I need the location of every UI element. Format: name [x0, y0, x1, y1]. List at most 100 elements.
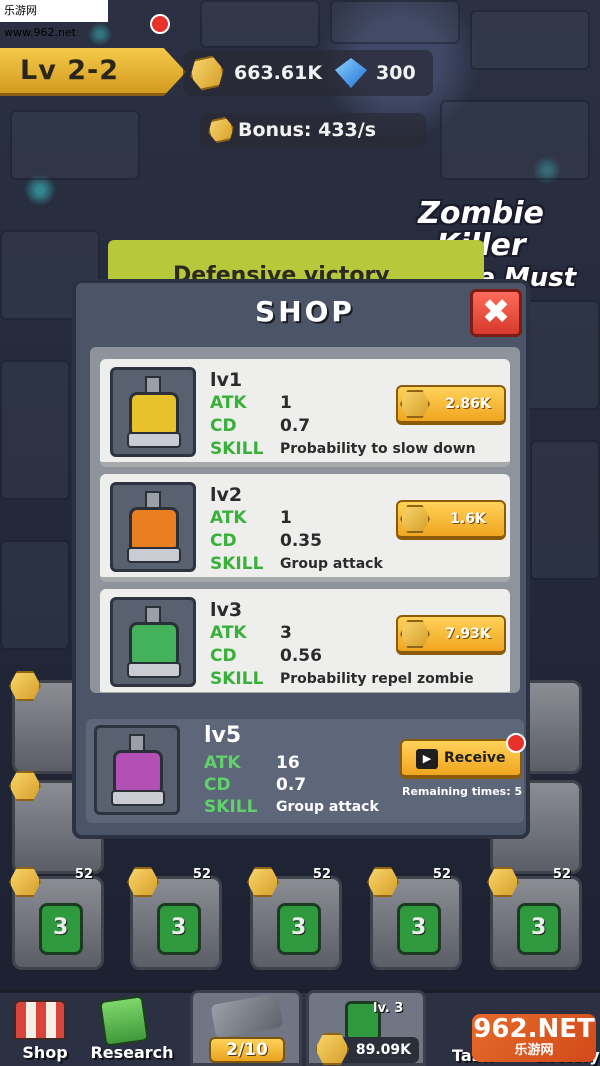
price-label: 2.86K	[445, 396, 491, 412]
gold-amount: 663.61K	[234, 62, 323, 84]
site-watermark: 乐游网 www.962.net	[0, 0, 108, 39]
weapon-thumbnail	[94, 725, 180, 815]
hammer-wrench-icon	[210, 993, 284, 1039]
weapon-thumbnail	[110, 597, 196, 687]
shop-item-card: lv2 ATK 1 CD 0.35 SKILL Group attack 1.6…	[100, 474, 510, 582]
corner-watermark-sub: 乐游网	[514, 1043, 554, 1058]
slot-level: 52	[74, 867, 93, 882]
shop-modal: SHOP ✖ lv1 ATK 1 CD 0.7 SKILL Probabilit…	[72, 279, 530, 839]
cd-value: 0.7	[280, 416, 311, 436]
shop-item-list[interactable]: lv1 ATK 1 CD 0.7 SKILL Probability to sl…	[90, 347, 520, 693]
quick-buy-level: lv. 3	[373, 1001, 404, 1016]
bonus-rate: Bonus: 433/s	[238, 119, 377, 141]
price-label: 7.93K	[445, 626, 491, 642]
level-label: Lv 2-2	[20, 55, 119, 86]
weapon-slot[interactable]: 52 3	[127, 867, 222, 970]
bottle-base	[111, 790, 165, 806]
quick-buy-button[interactable]: lv. 3 89.09K	[306, 990, 426, 1066]
wall-brick	[0, 360, 70, 500]
nav-shop[interactable]: Shop	[0, 990, 90, 1066]
weapon-thumbnail	[110, 367, 196, 457]
gem-amount: 300	[376, 62, 416, 84]
atk-value: 16	[276, 753, 300, 773]
buy-button[interactable]: 2.86K	[396, 385, 506, 425]
research-icon	[99, 995, 149, 1047]
price-label: 1.6K	[450, 511, 486, 527]
buy-button[interactable]: 7.93K	[396, 615, 506, 655]
shop-item-card: lv1 ATK 1 CD 0.7 SKILL Probability to sl…	[100, 359, 510, 467]
item-level: lv2	[210, 484, 243, 506]
bottle-base	[127, 432, 181, 448]
weapon-slot[interactable]: 52 3	[9, 867, 104, 970]
weapon-thumbnail	[110, 482, 196, 572]
skill-value: Probability to slow down	[280, 441, 476, 457]
wall-brick	[470, 10, 590, 70]
skill-label: SKILL	[210, 439, 264, 459]
notification-dot-icon	[506, 733, 526, 753]
slot-level: 52	[312, 867, 331, 882]
tool-counter: 2/10	[209, 1037, 285, 1063]
cd-value: 0.7	[276, 775, 307, 795]
corner-watermark-main: 962.NET	[473, 1014, 595, 1044]
item-level: lv3	[210, 599, 243, 621]
slot-level: 52	[552, 867, 571, 882]
cd-label: CD	[204, 775, 231, 795]
item-level: lv1	[210, 369, 243, 391]
bottle-base	[127, 547, 181, 563]
skill-value: Group attack	[280, 556, 383, 572]
nav-research[interactable]: Research	[84, 990, 180, 1066]
slot-level: 52	[192, 867, 211, 882]
atk-label: ATK	[204, 753, 241, 773]
shop-item-card: lv3 ATK 3 CD 0.56 SKILL Probability repe…	[100, 589, 510, 693]
wall-brick	[530, 440, 600, 580]
free-reward-card: lv5 ATK 16 CD 0.7 SKILL Group attack ▶ R…	[86, 719, 526, 823]
video-play-icon: ▶	[416, 749, 438, 769]
wall-brick	[440, 100, 590, 180]
skill-label: SKILL	[210, 554, 264, 574]
skill-label: SKILL	[210, 669, 264, 689]
shop-title: SHOP	[255, 295, 355, 328]
receive-button[interactable]: ▶ Receive	[400, 739, 522, 779]
wall-brick	[200, 0, 320, 48]
weapon-slot[interactable]: 52 3	[487, 867, 582, 970]
close-button[interactable]: ✖	[470, 289, 522, 337]
remaining-times: Remaining times: 5	[402, 785, 523, 798]
slot-level: 52	[432, 867, 451, 882]
bottle-base	[127, 662, 181, 678]
atk-value: 1	[280, 393, 292, 413]
notification-dot-icon	[150, 14, 170, 34]
cd-label: CD	[210, 646, 237, 666]
corner-watermark: 962.NET 乐游网	[472, 1014, 596, 1062]
slot-tier: 3	[291, 915, 307, 940]
skill-value: Probability repel zombie	[280, 671, 474, 687]
reward-level: lv5	[204, 723, 242, 748]
buy-button[interactable]: 1.6K	[396, 500, 506, 540]
cd-value: 0.35	[280, 531, 322, 551]
slot-tier: 3	[53, 915, 69, 940]
cd-label: CD	[210, 531, 237, 551]
wall-brick	[10, 110, 140, 180]
atk-label: ATK	[210, 623, 247, 643]
weapon-slot[interactable]: 52 3	[367, 867, 462, 970]
atk-label: ATK	[210, 508, 247, 528]
cd-label: CD	[210, 416, 237, 436]
nav-research-label: Research	[90, 1043, 174, 1062]
gold-coin-icon	[400, 390, 430, 418]
gold-coin-icon	[400, 620, 430, 648]
gold-coin-icon	[400, 505, 430, 533]
slot-tier: 3	[171, 915, 187, 940]
tool-capacity-panel[interactable]: 2/10	[190, 990, 302, 1066]
atk-value: 1	[280, 508, 292, 528]
atk-label: ATK	[210, 393, 247, 413]
slot-tier: 3	[411, 915, 427, 940]
weapon-slot[interactable]: 52 3	[247, 867, 342, 970]
skill-value: Group attack	[276, 799, 379, 815]
nav-shop-label: Shop	[22, 1043, 68, 1062]
wall-brick	[330, 0, 460, 44]
receive-label: Receive	[444, 750, 506, 766]
atk-value: 3	[280, 623, 292, 643]
wall-brick	[0, 540, 70, 650]
skill-label: SKILL	[204, 797, 258, 817]
shop-icon	[14, 1000, 66, 1040]
slot-tier: 3	[531, 915, 547, 940]
